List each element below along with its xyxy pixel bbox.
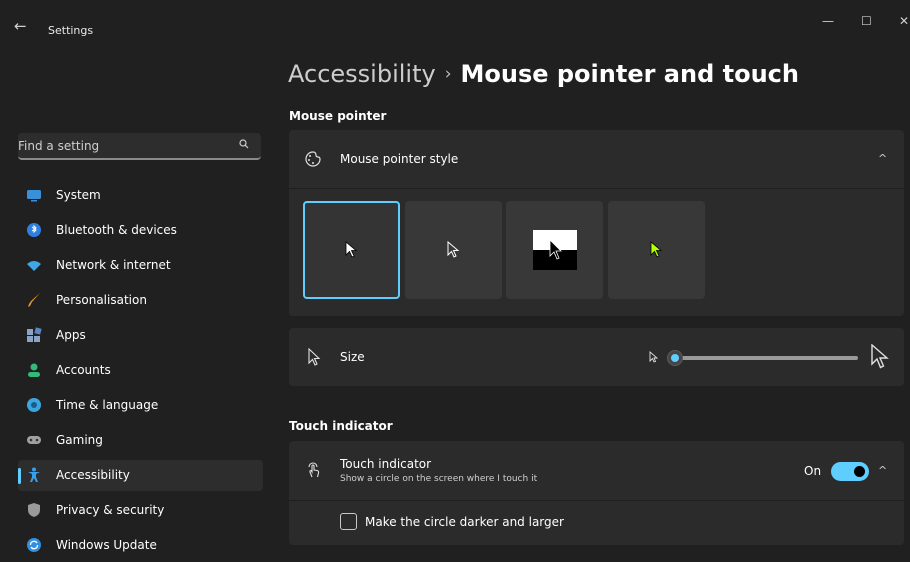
pointer-style-white-option[interactable] xyxy=(303,201,400,299)
darker-circle-row: Make the circle darker and larger xyxy=(289,501,904,545)
sidebar-item-label: System xyxy=(56,188,101,202)
sidebar-item-network[interactable]: Network & internet xyxy=(18,250,263,281)
accessibility-icon xyxy=(28,467,40,482)
large-cursor-icon xyxy=(871,344,889,369)
chevron-up-icon[interactable]: ^ xyxy=(878,464,887,477)
sidebar-item-label: Gaming xyxy=(56,433,103,447)
inverted-cursor-icon xyxy=(532,230,577,270)
touch-indicator-toggle[interactable] xyxy=(831,462,869,481)
size-label: Size xyxy=(340,350,365,364)
sidebar-item-privacy[interactable]: Privacy & security xyxy=(18,495,263,526)
active-indicator xyxy=(18,468,21,484)
gamepad-icon xyxy=(27,436,41,444)
sidebar-item-accounts[interactable]: Accounts xyxy=(18,355,263,386)
pointer-style-custom-option[interactable] xyxy=(608,201,705,299)
pointer-style-black-option[interactable] xyxy=(405,201,502,299)
sidebar-item-time-language[interactable]: Time & language xyxy=(18,390,263,421)
white-cursor-icon xyxy=(345,241,357,258)
touch-icon xyxy=(308,462,320,478)
sidebar-item-gaming[interactable]: Gaming xyxy=(18,425,263,456)
darker-circle-label: Make the circle darker and larger xyxy=(365,515,564,529)
lime-cursor-icon xyxy=(650,241,662,258)
bluetooth-icon xyxy=(27,223,41,237)
app-title: Settings xyxy=(48,24,94,37)
outline-cursor-icon xyxy=(447,241,459,258)
sidebar-item-label: Accounts xyxy=(56,363,111,377)
sidebar-item-label: Windows Update xyxy=(56,538,157,552)
sidebar-item-bluetooth[interactable]: Bluetooth & devices xyxy=(18,215,263,246)
minimize-button[interactable]: — xyxy=(822,14,834,28)
breadcrumb: Accessibility › Mouse pointer and touch xyxy=(288,60,799,88)
size-slider-track[interactable] xyxy=(673,356,858,360)
maximize-button[interactable]: ☐ xyxy=(861,14,872,28)
close-button[interactable]: ✕ xyxy=(899,14,909,28)
size-slider-thumb[interactable] xyxy=(667,350,683,366)
sidebar-item-windows-update[interactable]: Windows Update xyxy=(18,530,263,561)
title-bar: ← Settings — ☐ ✕ xyxy=(0,0,910,40)
update-icon xyxy=(27,538,41,552)
wifi-icon xyxy=(27,261,41,271)
sidebar-item-apps[interactable]: Apps xyxy=(18,320,263,351)
sidebar-item-label: Bluetooth & devices xyxy=(56,223,177,237)
small-cursor-icon xyxy=(649,351,659,363)
touch-indicator-row[interactable]: Touch indicator Show a circle on the scr… xyxy=(289,441,904,500)
apps-icon xyxy=(27,327,42,342)
touch-indicator-title: Touch indicator xyxy=(340,457,432,471)
page-title: Mouse pointer and touch xyxy=(460,60,799,88)
back-arrow-icon[interactable]: ← xyxy=(14,19,27,34)
globe-clock-icon xyxy=(27,398,41,412)
pointer-style-header[interactable]: Mouse pointer style ^ xyxy=(289,130,904,188)
brush-icon xyxy=(28,293,40,307)
section-mouse-pointer: Mouse pointer xyxy=(289,109,387,123)
sidebar-item-label: Privacy & security xyxy=(56,503,165,517)
pointer-style-label: Mouse pointer style xyxy=(340,152,459,166)
breadcrumb-separator: › xyxy=(444,64,452,84)
sidebar-item-label: Time & language xyxy=(56,398,159,412)
person-icon xyxy=(28,363,40,377)
shield-icon xyxy=(28,503,40,517)
toggle-state-label: On xyxy=(804,464,822,478)
section-touch-indicator: Touch indicator xyxy=(289,419,393,433)
darker-circle-checkbox[interactable] xyxy=(340,513,357,530)
sidebar-item-accessibility[interactable]: Accessibility xyxy=(18,460,263,491)
cursor-icon xyxy=(308,348,321,366)
sidebar-item-system[interactable]: System xyxy=(18,180,263,211)
sidebar-item-personalisation[interactable]: Personalisation xyxy=(18,285,263,316)
sidebar-item-label: Network & internet xyxy=(56,258,171,272)
search-icon xyxy=(239,139,249,149)
pointer-style-icon xyxy=(305,151,321,167)
pointer-style-inverted-option[interactable] xyxy=(506,201,603,299)
chevron-up-icon[interactable]: ^ xyxy=(878,152,887,165)
sidebar-item-label: Personalisation xyxy=(56,293,147,307)
search-placeholder: Find a setting xyxy=(18,139,100,153)
search-input[interactable]: Find a setting xyxy=(18,133,261,160)
sidebar-item-label: Accessibility xyxy=(56,468,130,482)
monitor-icon xyxy=(27,190,41,202)
sidebar-item-label: Apps xyxy=(56,328,86,342)
touch-indicator-subtitle: Show a circle on the screen where I touc… xyxy=(340,474,538,484)
breadcrumb-parent[interactable]: Accessibility xyxy=(288,60,436,88)
